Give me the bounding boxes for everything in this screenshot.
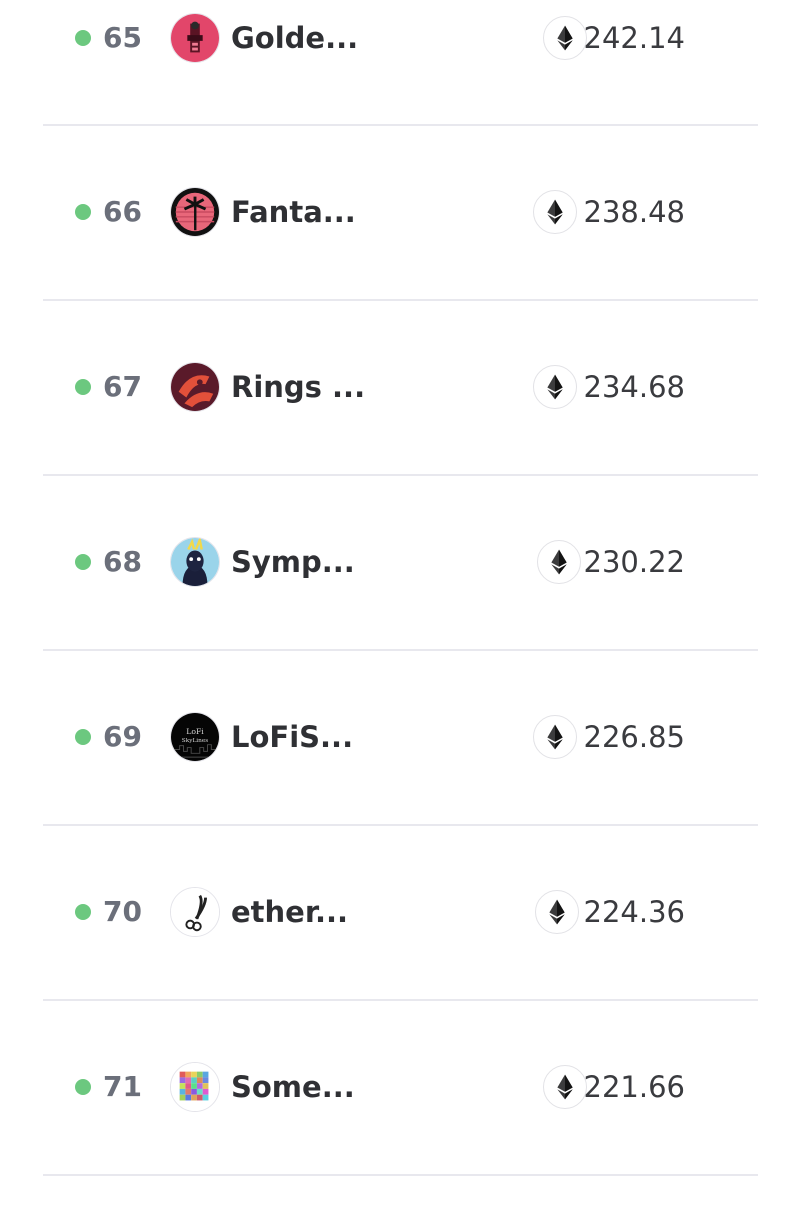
rank-number: 69 [103, 720, 142, 753]
collection-row[interactable]: 68 Symp... 230.22 [0, 525, 801, 700]
volume-value: 234.68 [583, 370, 685, 404]
row-divider [43, 649, 758, 651]
ethereum-icon [533, 190, 577, 234]
status-dot [75, 729, 91, 745]
rank-number: 65 [103, 21, 142, 54]
palm-tree-avatar-icon[interactable] [170, 187, 220, 237]
status-dot [75, 1079, 91, 1095]
volume-value: 226.85 [583, 720, 685, 754]
collection-name[interactable]: Fanta... [231, 194, 356, 230]
collection-name[interactable]: ether... [231, 894, 348, 930]
collection-row[interactable]: 65 Golde... 242.14 [0, 0, 801, 175]
collection-name[interactable]: Symp... [231, 544, 355, 580]
row-divider [43, 474, 758, 476]
row-divider [43, 1174, 758, 1176]
ethereum-icon [537, 540, 581, 584]
rank-number: 68 [103, 545, 142, 578]
ethereum-icon [543, 16, 587, 60]
collection-name[interactable]: Some... [231, 1069, 355, 1105]
collection-row[interactable]: 67 Rings ... 234.68 [0, 350, 801, 525]
collection-row[interactable]: 66 Fanta... 238.48 [0, 175, 801, 350]
collection-row[interactable]: 69 LoFi SkyLines LoFiS... 226.85 [0, 700, 801, 875]
status-dot [75, 204, 91, 220]
row-divider [43, 299, 758, 301]
status-dot [75, 30, 91, 46]
avatar-text-line: LoFi [186, 727, 204, 736]
golden-collection-avatar-icon[interactable] [170, 13, 220, 63]
status-dot [75, 554, 91, 570]
volume-value: 224.36 [583, 895, 685, 929]
row-divider [43, 999, 758, 1001]
ethereum-icon [533, 365, 577, 409]
rank-number: 70 [103, 895, 142, 928]
ethereum-icon [533, 715, 577, 759]
collection-row[interactable]: 70 ether... 224.36 [0, 875, 801, 1050]
rings-avatar-icon[interactable] [170, 362, 220, 412]
volume-value: 230.22 [583, 545, 685, 579]
collection-name[interactable]: Golde... [231, 20, 358, 56]
collection-name[interactable]: Rings ... [231, 369, 365, 405]
collection-row[interactable]: 71 Some... 221.66 [0, 1050, 801, 1225]
row-divider [43, 824, 758, 826]
status-dot [75, 904, 91, 920]
volume-value: 238.48 [583, 195, 685, 229]
character-avatar-icon[interactable] [170, 537, 220, 587]
status-dot [75, 379, 91, 395]
volume-value: 221.66 [583, 1070, 685, 1104]
rank-number: 67 [103, 370, 142, 403]
ethereum-icon [535, 890, 579, 934]
row-divider [43, 124, 758, 126]
volume-value: 242.14 [583, 21, 685, 55]
ethereum-icon [543, 1065, 587, 1109]
collection-name[interactable]: LoFiS... [231, 719, 353, 755]
scissors-avatar-icon[interactable] [170, 887, 220, 937]
rank-number: 71 [103, 1070, 142, 1103]
avatar-text-line: SkyLines [182, 738, 208, 744]
lofi-skyline-avatar-icon[interactable]: LoFi SkyLines [170, 712, 220, 762]
color-grid-avatar-icon[interactable] [170, 1062, 220, 1112]
rank-number: 66 [103, 195, 142, 228]
